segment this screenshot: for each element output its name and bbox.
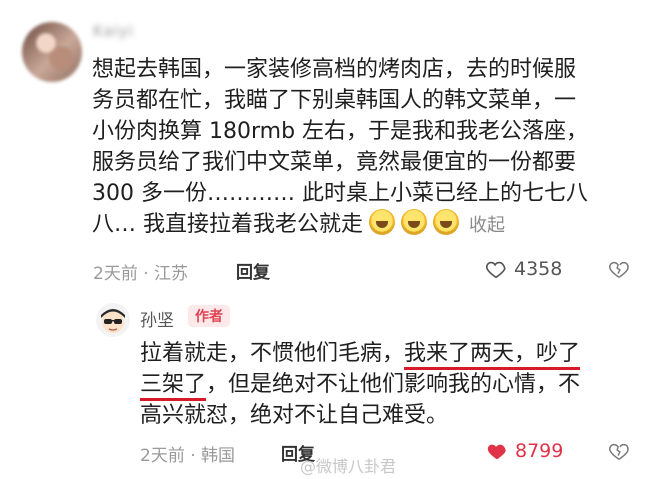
reply-line: 高兴就怼，绝对不让自己难受。: [140, 400, 640, 431]
dislike-button[interactable]: [608, 258, 630, 284]
comment-meta: 2天前 · 江苏: [93, 264, 189, 284]
reply-text-underlined: 三架了: [140, 372, 207, 401]
reply-text-plain: ，但是绝对不让他们影响我的心情，不: [206, 372, 581, 397]
reply-like-count: 8799: [515, 440, 564, 462]
heart-outline-icon: [485, 261, 506, 279]
comment-line: 300 多一份………… 此时桌上小菜已经上的七七八: [92, 181, 588, 206]
like-count: 4358: [514, 258, 563, 280]
comment-body: 想起去韩国，一家装修高档的烤肉店，去的时候服 务员都在忙，我瞄了下别桌韩国人的韩…: [92, 54, 632, 241]
reply-text-plain: 拉着就走，不惯他们毛病，: [140, 341, 405, 366]
crying-laughing-emoji: [433, 209, 459, 235]
reply-line: 拉着就走，不惯他们毛病，我来了两天，吵了: [140, 338, 640, 370]
reply-text-plain: 高兴就怼，绝对不让自己难受。: [140, 403, 449, 428]
watermark: @微博八卦君: [300, 457, 397, 476]
broken-heart-icon: [609, 261, 629, 278]
comment-line-text: 八… 我直接拉着我老公就走: [92, 212, 363, 237]
comment-line: 想起去韩国，一家装修高档的烤肉店，去的时候服: [92, 57, 577, 82]
heart-filled-icon: [487, 444, 506, 460]
author-avatar[interactable]: [96, 303, 130, 337]
reply-like-button[interactable]: [486, 440, 508, 466]
reply-text-underlined: 我来了两天，吵了: [404, 341, 581, 370]
crying-laughing-emoji: [401, 209, 427, 235]
author-name[interactable]: 孙坚: [140, 306, 174, 331]
comment-reply-button[interactable]: 回复: [236, 258, 270, 283]
author-badge: 作者: [188, 305, 230, 327]
reply-dislike-button[interactable]: [608, 440, 630, 466]
comment-line-last: 八… 我直接拉着我老公就走 收起: [92, 209, 632, 241]
comment-line: 小份肉换算 180rmb 左右，于是我和我老公落座，: [92, 119, 589, 144]
cartoon-avatar-icon: [101, 309, 125, 333]
collapse-link[interactable]: 收起: [469, 215, 505, 236]
comment-line: 务员都在忙，我瞄了下别桌韩国人的韩文菜单，一: [92, 88, 577, 113]
crying-laughing-emoji: [369, 209, 395, 235]
like-button[interactable]: [485, 258, 507, 284]
commenter-name-blurred[interactable]: Kaiyi: [93, 22, 134, 40]
comment-line: 服务员给了我们中文菜单，竟然最便宜的一份都要: [92, 150, 577, 175]
reply-line: 三架了，但是绝对不让他们影响我的心情，不: [140, 369, 640, 401]
reply-meta: 2天前 · 韩国: [140, 446, 236, 466]
commenter-avatar[interactable]: [22, 22, 82, 82]
reply-body: 拉着就走，不惯他们毛病，我来了两天，吵了 三架了，但是绝对不让他们影响我的心情，…: [140, 338, 640, 431]
broken-heart-icon: [609, 443, 629, 460]
